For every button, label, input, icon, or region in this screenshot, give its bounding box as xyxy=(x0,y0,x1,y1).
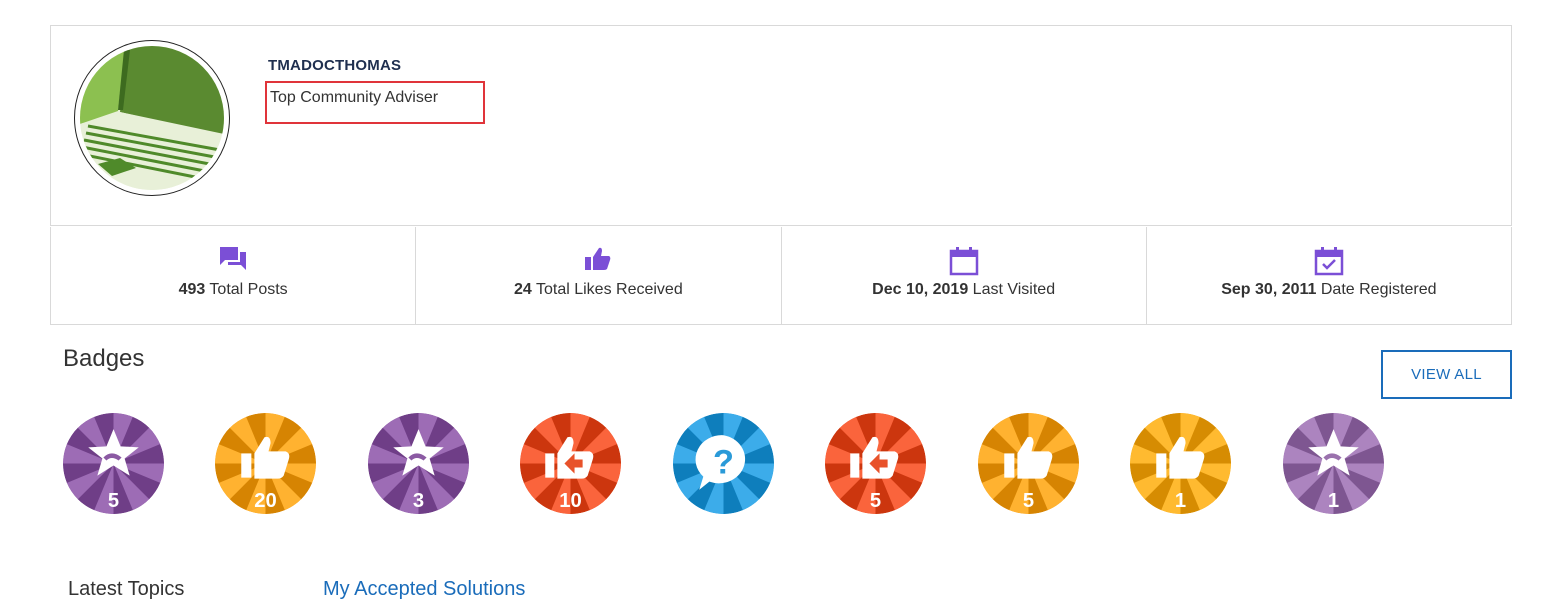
badge-3[interactable]: 3 xyxy=(368,413,469,514)
stat-label: Total Posts xyxy=(209,281,288,298)
question-icon: ? xyxy=(673,413,774,514)
stat-label: Last Visited xyxy=(972,281,1056,298)
thumbs-up-icon xyxy=(584,246,612,277)
stat-label: Date Registered xyxy=(1320,281,1437,298)
solution-star-icon: 3 xyxy=(368,413,469,514)
badge-count: 1 xyxy=(1175,490,1186,512)
badge-8[interactable]: 1 xyxy=(1130,413,1231,514)
badge-count: 1 xyxy=(1328,490,1339,512)
thumbs-up-icon: 20 xyxy=(215,413,316,514)
view-all-button[interactable]: VIEW ALL xyxy=(1381,350,1512,399)
badge-4[interactable]: 10 xyxy=(520,413,621,514)
svg-text:?: ? xyxy=(713,444,734,482)
badge-count: 20 xyxy=(254,490,276,512)
stat-value: 24 xyxy=(514,281,532,298)
badge-1[interactable]: 5 xyxy=(63,413,164,514)
badges-list: 5 20 3 10 ? 5 5 1 1 xyxy=(63,413,1403,514)
badge-7[interactable]: 5 xyxy=(978,413,1079,514)
stat-value: Sep 30, 2011 xyxy=(1221,281,1317,298)
laptop-avatar-image xyxy=(80,46,224,190)
thumbs-up-icon: 5 xyxy=(978,413,1079,514)
stat-value: Dec 10, 2019 xyxy=(872,281,969,298)
badge-9[interactable]: 1 xyxy=(1283,413,1384,514)
badges-heading: Badges xyxy=(63,345,145,372)
badge-6[interactable]: 5 xyxy=(825,413,926,514)
rank-title: Top Community Adviser xyxy=(265,81,485,124)
stat-value: 493 xyxy=(178,281,206,298)
badge-count: 10 xyxy=(559,490,581,512)
solution-star-icon: 1 xyxy=(1283,413,1384,514)
stat-label: Total Likes Received xyxy=(535,281,683,298)
profile-card: TMADOCTHOMAS Top Community Adviser xyxy=(50,25,1512,226)
badge-count: 5 xyxy=(1023,490,1034,512)
solution-star-icon: 5 xyxy=(63,413,164,514)
badge-count: 5 xyxy=(108,490,119,512)
stat-last-visited: Dec 10, 2019 Last Visited xyxy=(782,227,1147,324)
badge-2[interactable]: 20 xyxy=(215,413,316,514)
thumbs-up-arrow-icon: 5 xyxy=(825,413,926,514)
badge-5[interactable]: ? xyxy=(673,413,774,514)
thumbs-up-arrow-icon: 10 xyxy=(520,413,621,514)
stat-total-likes: 24 Total Likes Received xyxy=(416,227,782,324)
badge-count: 5 xyxy=(870,490,881,512)
chat-bubbles-icon xyxy=(219,246,247,277)
stat-total-posts: 493 Total Posts xyxy=(51,227,417,324)
badge-count: 3 xyxy=(413,490,424,512)
calendar-icon xyxy=(949,246,979,281)
stats-row: 493 Total Posts 24 Total Likes Received … xyxy=(50,227,1512,325)
stat-date-registered: Sep 30, 2011 Date Registered xyxy=(1147,227,1511,324)
thumbs-up-icon: 1 xyxy=(1130,413,1231,514)
username: TMADOCTHOMAS xyxy=(268,57,402,74)
avatar[interactable] xyxy=(74,40,230,196)
calendar-check-icon xyxy=(1314,246,1344,281)
